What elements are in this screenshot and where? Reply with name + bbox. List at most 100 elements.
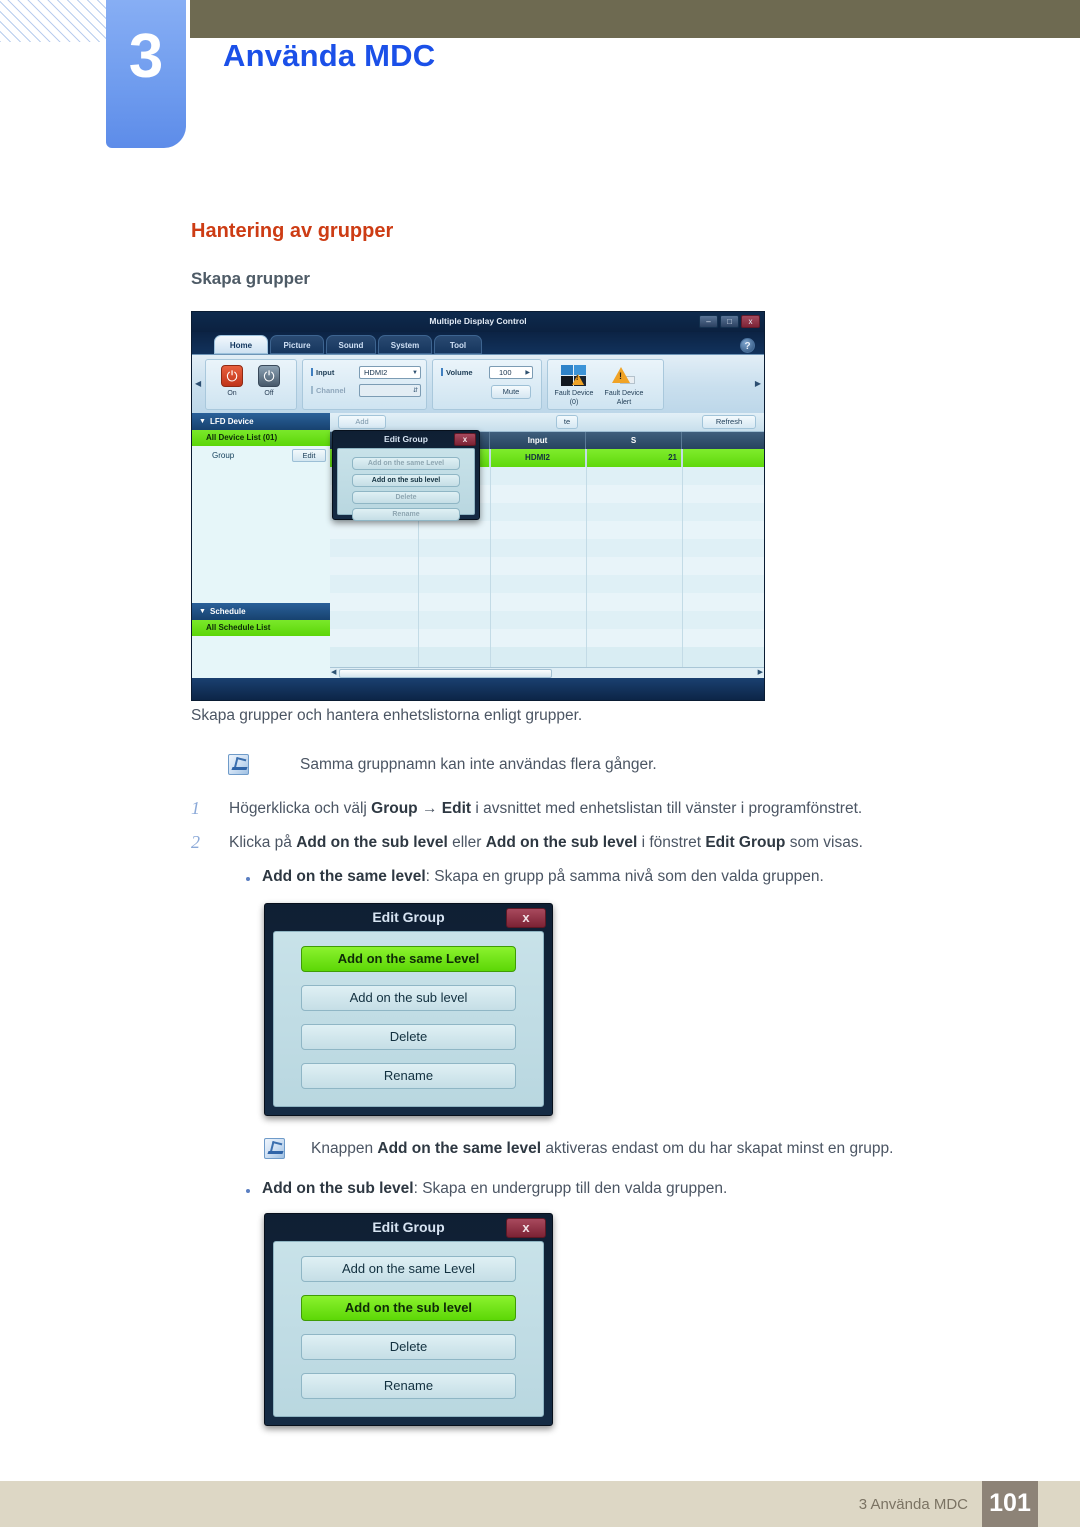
footer-text: 3 Använda MDC: [858, 1496, 968, 1513]
minimize-icon[interactable]: –: [699, 315, 718, 328]
tab-picture[interactable]: Picture: [270, 335, 324, 354]
add-button[interactable]: Add: [338, 415, 386, 429]
fault-group: ! Fault Device (0) ! Fault Device Alert: [547, 359, 664, 410]
delete-button[interactable]: Delete: [351, 491, 461, 504]
input-group: Input HDMI2 ▼ Channel ⇵: [302, 359, 427, 410]
mute-button[interactable]: Mute: [491, 385, 531, 399]
spinner-icon: ⇵: [412, 388, 418, 394]
volume-field[interactable]: 100 ▶: [489, 366, 533, 379]
fault-device-button[interactable]: !: [561, 365, 587, 387]
mdc-ribbon: ◀ ▶ ⏻ ⏻ On Off Input HDMI2 ▼ Channel ⇵ V…: [192, 354, 764, 413]
horizontal-scrollbar[interactable]: ◀ ▶: [330, 667, 764, 678]
help-icon[interactable]: ?: [740, 338, 755, 353]
dialog-body: Add on the same Level Add on the sub lev…: [273, 1241, 544, 1417]
section-title: Hantering av grupper: [191, 220, 394, 242]
step-number-2: 2: [191, 832, 200, 852]
bullet1-desc: : Skapa en grupp på samma nivå som den v…: [425, 868, 824, 885]
step1-arrow: →: [417, 800, 442, 817]
step1-keyword-group: Group: [371, 800, 418, 817]
input-select[interactable]: HDMI2 ▼: [359, 366, 421, 379]
tab-system[interactable]: System: [378, 335, 432, 354]
power-on-button[interactable]: ⏻: [221, 365, 243, 387]
tab-sound[interactable]: Sound: [326, 335, 376, 354]
all-device-list-item[interactable]: All Device List (01): [192, 430, 330, 446]
page-header: 3 Använda MDC: [0, 0, 1080, 160]
step2-part4: i fönstret: [637, 834, 706, 851]
note2-keyword: Add on the same level: [377, 1140, 542, 1157]
dialog-close-button[interactable]: x: [506, 908, 546, 928]
power-icon: ⏻: [226, 368, 238, 384]
rename-button[interactable]: Rename: [351, 508, 461, 521]
rename-button[interactable]: Rename: [300, 1373, 517, 1399]
add-on-sub-level-button[interactable]: Add on the sub level: [300, 1295, 517, 1321]
add-on-same-level-button[interactable]: Add on the same Level: [300, 1256, 517, 1282]
table-row[interactable]: [330, 557, 764, 575]
fault-alert-button[interactable]: !: [610, 365, 636, 387]
fault-device-label: Fault Device: [554, 390, 594, 397]
bullet2-keyword: Add on the sub level: [262, 1180, 414, 1197]
window-controls: – □ x: [699, 315, 760, 328]
dialog-close-button[interactable]: x: [506, 1218, 546, 1238]
chapter-number: 3: [128, 22, 164, 91]
note-icon: [264, 1138, 285, 1159]
table-row[interactable]: [330, 629, 764, 647]
note-text-1: Samma gruppnamn kan inte användas flera …: [300, 756, 657, 773]
channel-label: Channel: [316, 386, 346, 395]
close-icon[interactable]: x: [741, 315, 760, 328]
warning-triangle-icon: !: [572, 374, 584, 385]
step2-keyword-b: Add on the sub level: [485, 834, 638, 851]
rename-button[interactable]: Rename: [300, 1063, 517, 1089]
chevron-down-icon: ▼: [199, 608, 206, 615]
maximize-icon[interactable]: □: [720, 315, 739, 328]
left-panel-empty-2: [192, 636, 330, 681]
refresh-button[interactable]: Refresh: [702, 415, 756, 429]
bullet-text-1: Add on the same level: Skapa en grupp på…: [262, 868, 824, 886]
table-row[interactable]: [330, 611, 764, 629]
warning-triangle-icon: !: [612, 367, 630, 383]
step1-part4: i avsnittet med enhetslistan till vänste…: [471, 800, 863, 817]
scrollbar-thumb[interactable]: [339, 669, 552, 678]
step2-eller: eller: [447, 834, 486, 851]
mdc-left-panel: ▼ LFD Device All Device List (01) Group …: [192, 413, 330, 681]
section-subtitle: Skapa grupper: [191, 269, 311, 288]
dialog-body: Add on the same Level Add on the sub lev…: [273, 931, 544, 1107]
table-row[interactable]: [330, 539, 764, 557]
tab-home[interactable]: Home: [214, 335, 268, 354]
table-row[interactable]: [330, 575, 764, 593]
mdc-status-bar: [192, 678, 764, 700]
power-group: ⏻ ⏻ On Off: [205, 359, 297, 410]
table-row[interactable]: [330, 593, 764, 611]
add-on-sub-level-button[interactable]: Add on the sub level: [351, 474, 461, 487]
group-edit-button[interactable]: Edit: [292, 449, 326, 462]
ribbon-scroll-left-icon[interactable]: ◀: [195, 379, 201, 388]
group-row[interactable]: Group Edit: [192, 446, 330, 465]
dialog-close-button[interactable]: x: [454, 433, 476, 446]
delete-button[interactable]: Delete: [300, 1024, 517, 1050]
scroll-left-icon[interactable]: ◀: [331, 668, 336, 678]
channel-spinner[interactable]: ⇵: [359, 384, 421, 397]
delete-button[interactable]: te: [556, 415, 578, 429]
add-on-same-level-button[interactable]: Add on the same Level: [300, 946, 517, 972]
table-row[interactable]: [330, 521, 764, 539]
bullet-marker-2: [246, 1189, 250, 1193]
input-value: HDMI2: [364, 368, 388, 377]
schedule-header[interactable]: ▼ Schedule: [192, 603, 330, 620]
lfd-device-header[interactable]: ▼ LFD Device: [192, 413, 330, 430]
volume-value: 100: [499, 368, 512, 377]
ribbon-scroll-right-icon[interactable]: ▶: [755, 379, 761, 388]
input-label: Input: [316, 368, 335, 377]
column-divider: [490, 449, 491, 667]
power-icon: ⏻: [263, 368, 275, 384]
scroll-right-icon[interactable]: ▶: [758, 668, 763, 678]
column-divider: [682, 449, 683, 667]
delete-button[interactable]: Delete: [300, 1334, 517, 1360]
add-on-same-level-button[interactable]: Add on the same Level: [351, 457, 461, 470]
power-off-button[interactable]: ⏻: [258, 365, 280, 387]
add-on-sub-level-button[interactable]: Add on the sub level: [300, 985, 517, 1011]
column-input: Input: [490, 432, 586, 449]
tab-tool[interactable]: Tool: [434, 335, 482, 354]
note-icon: [228, 754, 249, 775]
step2-part0: Klicka på: [229, 834, 297, 851]
step-number-1: 1: [191, 798, 200, 818]
all-schedule-list-item[interactable]: All Schedule List: [192, 620, 330, 636]
